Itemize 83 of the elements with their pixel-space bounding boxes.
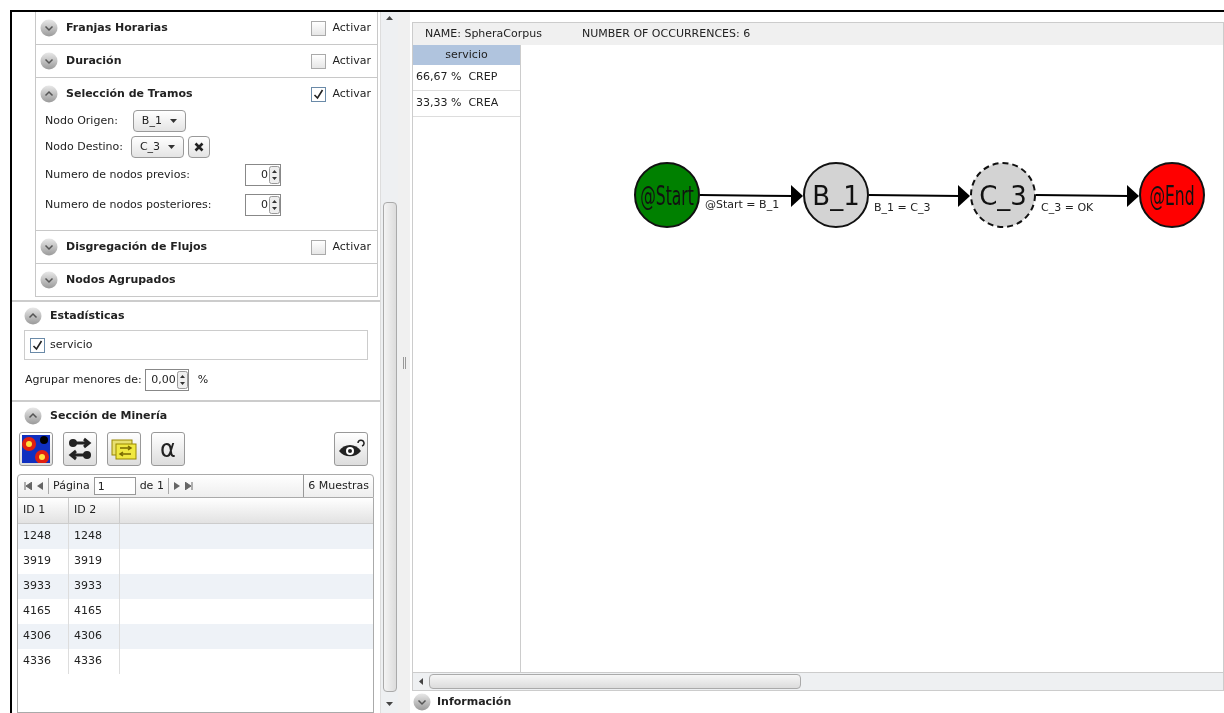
- expand-icon[interactable]: [40, 238, 58, 256]
- last-page-icon[interactable]: [184, 482, 193, 490]
- vertical-scrollbar[interactable]: [380, 12, 398, 713]
- clear-button[interactable]: [188, 136, 211, 158]
- number-spinner[interactable]: 0: [245, 164, 281, 186]
- checkbox[interactable]: [311, 239, 327, 255]
- section-title: Sección de Minería: [50, 407, 168, 424]
- folder-swap-button[interactable]: [107, 432, 141, 466]
- scrollbar-thumb[interactable]: [429, 674, 801, 689]
- previous-page-icon[interactable]: [36, 482, 44, 490]
- collapse-icon[interactable]: [24, 307, 42, 325]
- edge-label: @Start = B_1: [705, 198, 780, 211]
- checkbox-label: Activar: [332, 85, 371, 102]
- spin-arrows-icon[interactable]: [176, 371, 188, 389]
- dropdown[interactable]: B_1: [132, 110, 186, 132]
- collapse-icon[interactable]: [40, 85, 58, 103]
- checkbox-label: servicio: [50, 336, 93, 353]
- first-page-icon[interactable]: [24, 482, 32, 490]
- legend-row: 66,67 % CREP: [413, 65, 520, 91]
- node-label: @Start: [640, 180, 694, 212]
- expand-icon[interactable]: [40, 52, 58, 70]
- folder-swap-icon: [111, 437, 137, 461]
- unit-label: %: [197, 371, 209, 388]
- section-title: Disgregación de Flujos: [66, 238, 209, 255]
- edge-label: C_3 = OK: [1041, 201, 1094, 214]
- horizontal-scrollbar[interactable]: [413, 672, 1223, 690]
- legend-row: 33,33 % CREA: [413, 91, 520, 117]
- close-icon: [194, 142, 205, 152]
- scroll-up-icon[interactable]: [386, 16, 393, 20]
- section-title: Estadísticas: [50, 307, 125, 324]
- field-label: Numero de nodos previos:: [45, 166, 191, 183]
- checkbox-label: Activar: [332, 19, 371, 36]
- section-title: Selección de Tramos: [66, 85, 194, 102]
- field-label: Agrupar menores de:: [25, 371, 142, 388]
- checkbox[interactable]: [311, 86, 327, 102]
- page-label: Página: [53, 477, 90, 494]
- samples-button[interactable]: 6 Muestras: [303, 475, 373, 497]
- section-title: Nodos Agrupados: [66, 271, 177, 288]
- edge-label: B_1 = C_3: [874, 201, 931, 214]
- next-page-icon[interactable]: [172, 482, 181, 490]
- checkbox-label: Activar: [332, 52, 371, 69]
- scroll-left-icon[interactable]: [419, 678, 423, 685]
- page-input[interactable]: 1: [93, 477, 136, 495]
- expand-icon[interactable]: [40, 19, 58, 37]
- checkbox-label: Activar: [332, 238, 371, 255]
- section-title: Duración: [66, 52, 123, 69]
- dropdown[interactable]: C_3: [130, 136, 185, 158]
- expand-icon[interactable]: [40, 271, 58, 289]
- section-title: Información: [437, 693, 512, 710]
- caret-icon: [168, 145, 176, 149]
- field-label: Nodo Origen:: [45, 112, 118, 129]
- number-spinner[interactable]: 0,00: [144, 369, 189, 391]
- checkbox[interactable]: [311, 20, 327, 36]
- checkbox[interactable]: [30, 337, 45, 353]
- alpha-button[interactable]: α: [151, 432, 185, 466]
- scroll-down-icon[interactable]: [386, 702, 393, 706]
- spin-arrows-icon[interactable]: [269, 196, 280, 214]
- table-cell: 4336: [69, 649, 120, 674]
- expand-icon[interactable]: [413, 693, 431, 711]
- field-label: Nodo Destino:: [45, 138, 123, 155]
- number-spinner[interactable]: 0: [245, 194, 281, 216]
- node-label: C_3: [979, 181, 1027, 211]
- caret-icon: [169, 119, 177, 123]
- table-cell: 4336: [18, 649, 69, 674]
- name-label: NAME: SpheraCorpus: [425, 25, 542, 42]
- swap-arrows-icon: [67, 436, 93, 462]
- scrollbar-thumb[interactable]: [382, 202, 397, 692]
- section-title: Franjas Horarias: [66, 19, 169, 36]
- node-label: B_1: [812, 181, 860, 211]
- field-label: Numero de nodos posteriores:: [45, 196, 213, 213]
- occurrences-label: NUMBER OF OCCURRENCES: 6: [582, 25, 751, 42]
- spin-arrows-icon[interactable]: [269, 166, 280, 184]
- column-header[interactable]: ID 2: [69, 498, 120, 523]
- heatmap-button[interactable]: [19, 432, 53, 466]
- heatmap-icon: [22, 435, 50, 463]
- page-count: de 1: [139, 477, 164, 494]
- swap-button[interactable]: [63, 432, 97, 466]
- view-button[interactable]: [334, 432, 368, 466]
- column-header[interactable]: ID 1: [18, 498, 69, 523]
- collapse-icon[interactable]: [24, 407, 42, 425]
- checkbox[interactable]: [311, 53, 327, 69]
- legend-header: servicio: [413, 45, 520, 65]
- node-label: @End: [1149, 180, 1195, 212]
